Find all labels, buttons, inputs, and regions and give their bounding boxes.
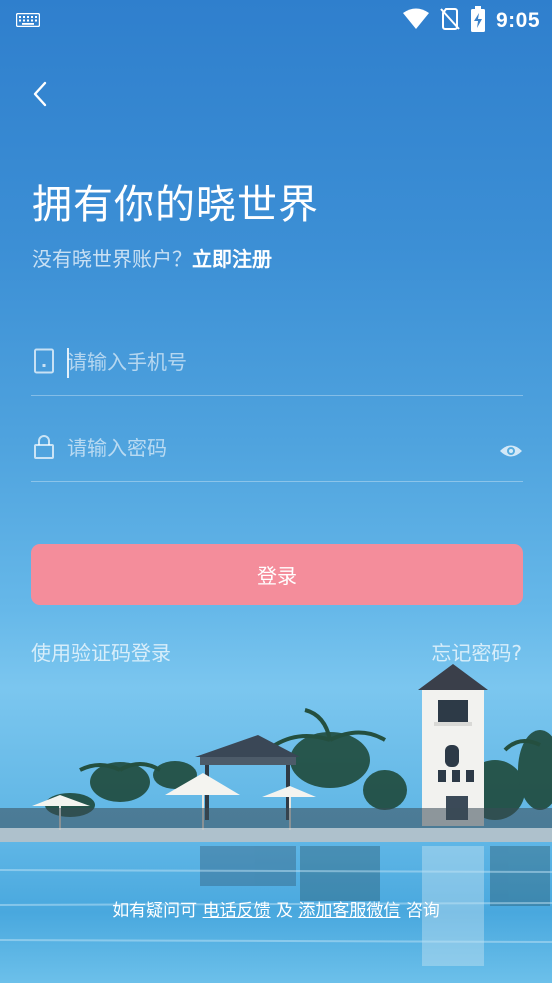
phone-icon — [33, 348, 55, 378]
chevron-left-icon — [33, 81, 47, 107]
forgot-password-link[interactable]: 忘记密码? — [431, 637, 522, 666]
register-prompt: 没有晓世界账户？立即注册 — [32, 243, 272, 272]
status-bar: 9:05 — [0, 0, 552, 40]
phone-input[interactable] — [67, 344, 487, 380]
no-sim-icon — [440, 7, 460, 35]
register-link[interactable]: 立即注册 — [192, 247, 272, 271]
status-time: 9:05 — [495, 9, 540, 32]
resort-pool-background — [0, 664, 552, 983]
keyboard-icon — [15, 12, 41, 31]
wifi-icon — [402, 8, 430, 34]
footer-and: 及 — [276, 901, 293, 921]
text-cursor — [67, 348, 69, 378]
phone-feedback-link[interactable]: 电话反馈 — [203, 901, 271, 921]
verification-code-login-link[interactable]: 使用验证码登录 — [31, 637, 171, 666]
add-wechat-link[interactable]: 添加客服微信 — [298, 901, 400, 921]
no-account-text: 没有晓世界账户？ — [32, 247, 192, 271]
help-footer: 如有疑问可 电话反馈 及 添加客服微信 咨询 — [0, 896, 552, 921]
back-button[interactable] — [22, 76, 58, 112]
phone-field — [31, 334, 523, 396]
login-button[interactable]: 登录 — [31, 544, 523, 605]
page-title: 拥有你的晓世界 — [32, 182, 319, 228]
eye-icon — [500, 445, 522, 457]
footer-prefix: 如有疑问可 — [112, 901, 198, 921]
lock-icon — [33, 434, 55, 464]
password-input[interactable] — [67, 430, 487, 466]
password-field — [31, 420, 523, 482]
footer-suffix: 咨询 — [405, 901, 440, 921]
battery-charging-icon — [470, 6, 486, 36]
login-screen: 9:05 拥有你的晓世界 没有晓世界账户？立即注册 请输入手机号 登录 使用验证… — [0, 0, 552, 983]
show-password-toggle[interactable] — [499, 436, 523, 468]
